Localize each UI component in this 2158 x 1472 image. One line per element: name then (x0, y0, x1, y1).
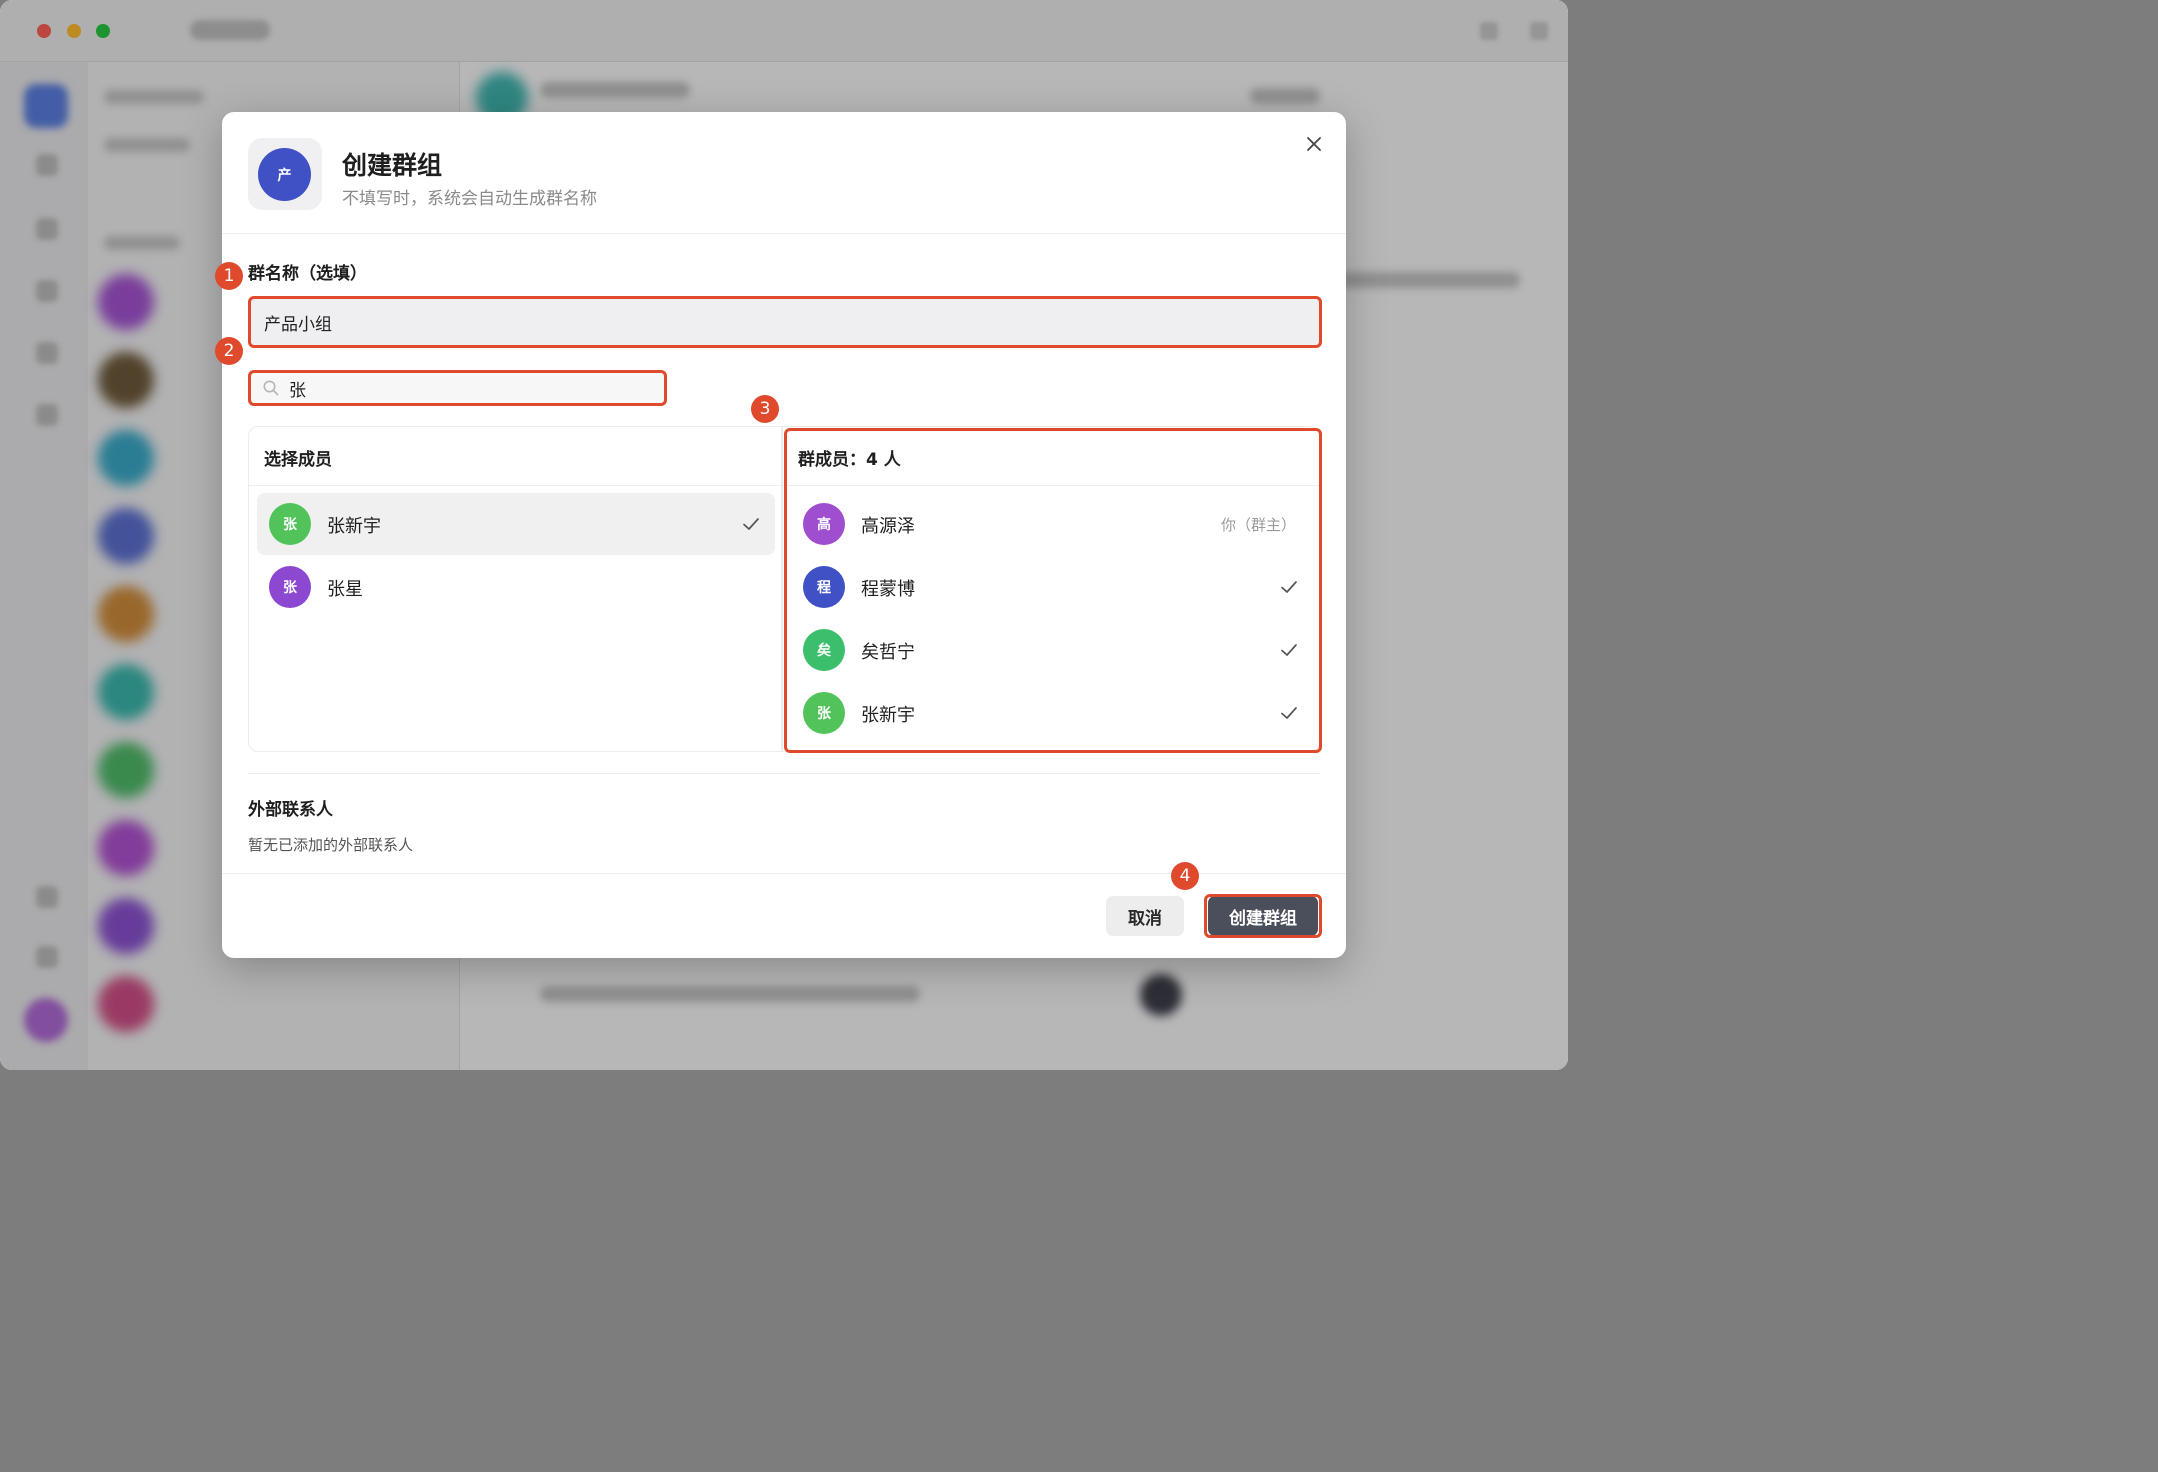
group-member-row[interactable]: 程 程蒙博 (791, 556, 1313, 618)
panel-divider (783, 485, 1319, 486)
member-avatar: 矣 (803, 629, 845, 671)
select-members-title: 选择成员 (264, 450, 332, 470)
cancel-button[interactable]: 取消 (1106, 896, 1184, 936)
annotation-badge: 1 (215, 262, 243, 290)
group-avatar: 产 (258, 148, 311, 201)
group-member-row[interactable]: 矣 矣哲宁 (791, 619, 1313, 681)
member-avatar: 张 (269, 566, 311, 608)
section-divider (248, 773, 1320, 774)
select-members-panel: 选择成员 张 张新宇 张 张星 (248, 426, 782, 752)
dialog-title: 创建群组 (342, 151, 443, 180)
external-contacts-empty: 暂无已添加的外部联系人 (248, 836, 414, 854)
annotation-badge: 2 (215, 337, 243, 365)
member-name: 程蒙博 (861, 579, 915, 600)
member-name: 矣哲宁 (861, 642, 915, 663)
check-icon (741, 514, 761, 534)
member-avatar: 高 (803, 503, 845, 545)
create-group-button[interactable]: 创建群组 (1208, 896, 1318, 936)
group-avatar-frame: 产 (248, 138, 322, 210)
member-option[interactable]: 张 张星 (257, 556, 775, 618)
dialog-subtitle: 不填写时，系统会自动生成群名称 (342, 189, 597, 209)
group-member-row: 高 高源泽 你（群主） (791, 493, 1313, 555)
group-name-input[interactable] (248, 296, 1320, 348)
member-avatar: 张 (803, 692, 845, 734)
member-avatar: 张 (269, 503, 311, 545)
check-icon[interactable] (1279, 640, 1299, 660)
create-group-dialog: 产 创建群组 不填写时，系统会自动生成群名称 群名称（选填） 选择成员 张 张新… (222, 112, 1346, 958)
group-members-panel: 群成员：4 人 高 高源泽 你（群主） 程 程蒙博 矣 矣哲宁 张 张新宇 (782, 426, 1320, 752)
annotation-badge: 4 (1171, 862, 1199, 890)
dialog-header: 产 创建群组 不填写时，系统会自动生成群名称 (222, 112, 1346, 234)
search-icon (262, 379, 280, 397)
owner-role-label: 你（群主） (1221, 516, 1297, 534)
close-icon[interactable] (1302, 132, 1326, 156)
panel-divider (249, 485, 781, 486)
member-search-input[interactable] (248, 370, 666, 406)
member-name: 高源泽 (861, 516, 915, 537)
check-icon[interactable] (1279, 577, 1299, 597)
group-name-label: 群名称（选填） (248, 264, 367, 284)
member-name: 张新宇 (861, 705, 915, 726)
group-members-title: 群成员：4 人 (798, 450, 901, 470)
group-member-row[interactable]: 张 张新宇 (791, 682, 1313, 744)
member-name: 张新宇 (327, 516, 381, 537)
check-icon[interactable] (1279, 703, 1299, 723)
member-name: 张星 (327, 579, 363, 600)
member-option[interactable]: 张 张新宇 (257, 493, 775, 555)
annotation-badge: 3 (751, 395, 779, 423)
member-avatar: 程 (803, 566, 845, 608)
external-contacts-title: 外部联系人 (248, 800, 333, 820)
